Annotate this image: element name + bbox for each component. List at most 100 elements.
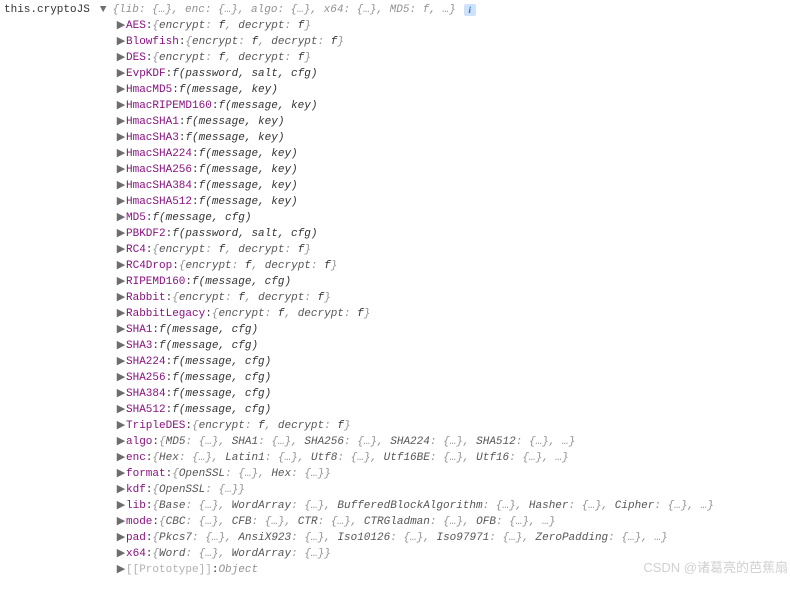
property-name[interactable]: HmacRIPEMD160 [126,98,212,114]
caret-right-icon[interactable]: ▶ [116,50,126,66]
object-preview[interactable]: {encrypt: f, decrypt: f} [172,290,331,306]
caret-right-icon[interactable]: ▶ [116,306,126,322]
property-row[interactable]: ▶Blowfish: {encrypt: f, decrypt: f} [116,34,790,50]
object-preview[interactable]: {CBC: {…}, CFB: {…}, CTR: {…}, CTRGladma… [159,514,555,530]
object-preview[interactable]: {encrypt: f, decrypt: f} [212,306,371,322]
caret-right-icon[interactable]: ▶ [116,482,126,498]
property-row[interactable]: ▶RC4: {encrypt: f, decrypt: f} [116,242,790,258]
object-preview[interactable]: {encrypt: f, decrypt: f} [152,242,311,258]
caret-right-icon[interactable]: ▶ [116,466,126,482]
caret-right-icon[interactable]: ▶ [116,514,126,530]
property-row[interactable]: ▶RC4Drop: {encrypt: f, decrypt: f} [116,258,790,274]
property-row[interactable]: ▶lib: {Base: {…}, WordArray: {…}, Buffer… [116,498,790,514]
property-row[interactable]: ▶EvpKDF: f (password, salt, cfg) [116,66,790,82]
property-name[interactable]: SHA384 [126,386,166,402]
caret-right-icon[interactable]: ▶ [116,386,126,402]
property-row[interactable]: ▶kdf: {OpenSSL: {…}} [116,482,790,498]
caret-right-icon[interactable]: ▶ [116,178,126,194]
property-name[interactable]: format [126,466,166,482]
property-row[interactable]: ▶PBKDF2: f (password, salt, cfg) [116,226,790,242]
object-preview[interactable]: {encrypt: f, decrypt: f} [185,34,344,50]
property-name[interactable]: EvpKDF [126,66,166,82]
property-row[interactable]: ▶pad: {Pkcs7: {…}, AnsiX923: {…}, Iso101… [116,530,790,546]
caret-right-icon[interactable]: ▶ [116,322,126,338]
property-name[interactable]: HmacSHA384 [126,178,192,194]
property-name[interactable]: SHA1 [126,322,152,338]
property-row[interactable]: ▶mode: {CBC: {…}, CFB: {…}, CTR: {…}, CT… [116,514,790,530]
property-row[interactable]: ▶SHA256: f (message, cfg) [116,370,790,386]
caret-right-icon[interactable]: ▶ [116,338,126,354]
caret-right-icon[interactable]: ▶ [116,82,126,98]
property-row[interactable]: ▶SHA3: f (message, cfg) [116,338,790,354]
caret-right-icon[interactable]: ▶ [116,498,126,514]
property-row[interactable]: ▶HmacRIPEMD160: f (message, key) [116,98,790,114]
caret-right-icon[interactable]: ▶ [116,98,126,114]
caret-right-icon[interactable]: ▶ [116,418,126,434]
property-name[interactable]: SHA224 [126,354,166,370]
property-name[interactable]: RC4 [126,242,146,258]
caret-right-icon[interactable]: ▶ [116,530,126,546]
caret-right-icon[interactable]: ▶ [116,258,126,274]
property-name[interactable]: [[Prototype]] [126,562,212,578]
property-name[interactable]: Rabbit [126,290,166,306]
caret-right-icon[interactable]: ▶ [116,34,126,50]
property-row[interactable]: ▶SHA384: f (message, cfg) [116,386,790,402]
property-name[interactable]: PBKDF2 [126,226,166,242]
object-preview[interactable]: {encrypt: f, decrypt: f} [179,258,338,274]
object-preview[interactable]: {encrypt: f, decrypt: f} [152,18,311,34]
caret-right-icon[interactable]: ▶ [116,562,126,578]
property-name[interactable]: HmacSHA256 [126,162,192,178]
caret-right-icon[interactable]: ▶ [116,18,126,34]
property-row[interactable]: ▶HmacSHA512: f (message, key) [116,194,790,210]
caret-right-icon[interactable]: ▶ [116,290,126,306]
property-row[interactable]: ▶AES: {encrypt: f, decrypt: f} [116,18,790,34]
property-row[interactable]: ▶RabbitLegacy: {encrypt: f, decrypt: f} [116,306,790,322]
property-row[interactable]: ▶HmacSHA384: f (message, key) [116,178,790,194]
property-name[interactable]: enc [126,450,146,466]
info-icon[interactable]: i [464,4,476,16]
object-preview[interactable]: {OpenSSL: {…}, Hex: {…}} [172,466,331,482]
property-name[interactable]: SHA256 [126,370,166,386]
property-row[interactable]: ▶RIPEMD160: f (message, cfg) [116,274,790,290]
property-row[interactable]: ▶enc: {Hex: {…}, Latin1: {…}, Utf8: {…},… [116,450,790,466]
property-row[interactable]: ▶SHA1: f (message, cfg) [116,322,790,338]
property-name[interactable]: HmacSHA3 [126,130,179,146]
toggle-down-icon[interactable]: ▼ [100,2,107,18]
caret-right-icon[interactable]: ▶ [116,226,126,242]
caret-right-icon[interactable]: ▶ [116,242,126,258]
caret-right-icon[interactable]: ▶ [116,130,126,146]
object-preview[interactable]: {encrypt: f, decrypt: f} [152,50,311,66]
object-summary[interactable]: {lib: {…}, enc: {…}, algo: {…}, x64: {…}… [112,2,455,18]
caret-right-icon[interactable]: ▶ [116,370,126,386]
caret-right-icon[interactable]: ▶ [116,354,126,370]
caret-right-icon[interactable]: ▶ [116,194,126,210]
caret-right-icon[interactable]: ▶ [116,274,126,290]
property-row[interactable]: ▶format: {OpenSSL: {…}, Hex: {…}} [116,466,790,482]
object-preview[interactable]: {OpenSSL: {…}} [152,482,244,498]
property-name[interactable]: HmacMD5 [126,82,172,98]
caret-right-icon[interactable]: ▶ [116,146,126,162]
property-name[interactable]: MD5 [126,210,146,226]
property-row[interactable]: ▶HmacSHA224: f (message, key) [116,146,790,162]
property-name[interactable]: DES [126,50,146,66]
property-row[interactable]: ▶SHA224: f (message, cfg) [116,354,790,370]
property-name[interactable]: Blowfish [126,34,179,50]
caret-right-icon[interactable]: ▶ [116,402,126,418]
property-row[interactable]: ▶HmacMD5: f (message, key) [116,82,790,98]
property-name[interactable]: algo [126,434,152,450]
property-name[interactable]: AES [126,18,146,34]
property-name[interactable]: RC4Drop [126,258,172,274]
object-preview[interactable]: {encrypt: f, decrypt: f} [192,418,351,434]
property-row[interactable]: ▶SHA512: f (message, cfg) [116,402,790,418]
property-name[interactable]: RabbitLegacy [126,306,205,322]
object-preview[interactable]: {Base: {…}, WordArray: {…}, BufferedBloc… [152,498,713,514]
property-name[interactable]: TripleDES [126,418,185,434]
object-preview[interactable]: {Pkcs7: {…}, AnsiX923: {…}, Iso10126: {…… [152,530,667,546]
caret-right-icon[interactable]: ▶ [116,66,126,82]
caret-right-icon[interactable]: ▶ [116,114,126,130]
caret-right-icon[interactable]: ▶ [116,210,126,226]
property-name[interactable]: lib [126,498,146,514]
property-name[interactable]: RIPEMD160 [126,274,185,290]
property-name[interactable]: kdf [126,482,146,498]
caret-right-icon[interactable]: ▶ [116,434,126,450]
